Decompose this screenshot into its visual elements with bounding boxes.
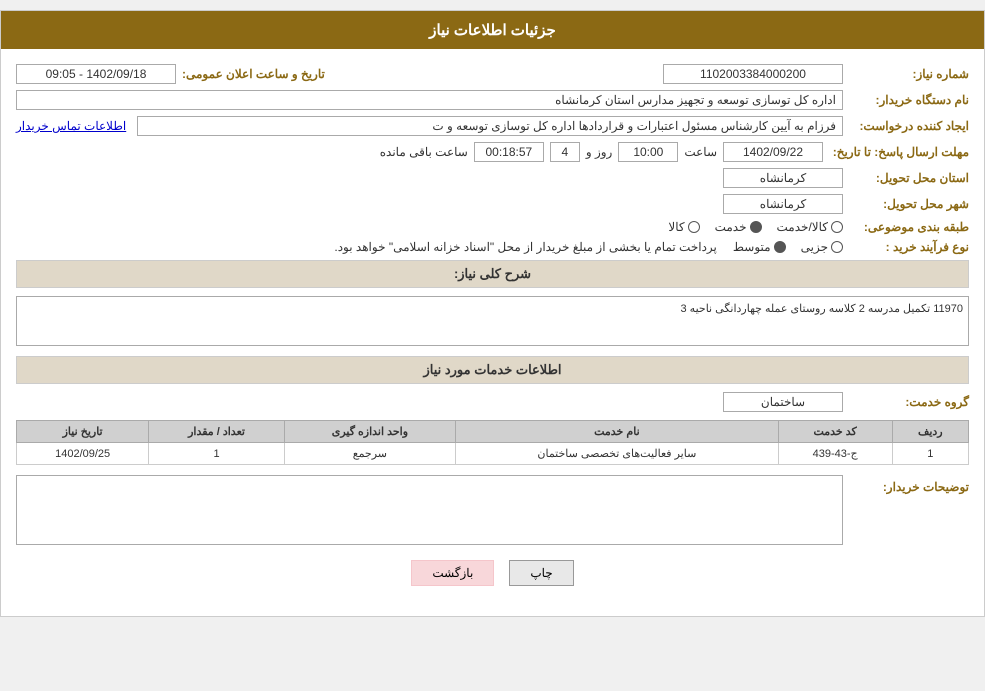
row-goroh: گروه خدمت: ساختمان bbox=[16, 392, 969, 412]
goroh-label: گروه خدمت: bbox=[849, 395, 969, 409]
radio-circle-khedmat bbox=[750, 221, 762, 233]
row-shahr: شهر محل تحویل: کرمانشاه bbox=[16, 194, 969, 214]
radio-motovaset[interactable]: متوسط bbox=[733, 240, 786, 254]
header-bar: جزئیات اطلاعات نیاز bbox=[1, 11, 984, 49]
row-toseeh: توضیحات خریدار: bbox=[16, 475, 969, 545]
radio-label-jozi: جزیی bbox=[801, 240, 828, 254]
radio-khedmat[interactable]: خدمت bbox=[715, 220, 762, 234]
shahr-label: شهر محل تحویل: bbox=[849, 197, 969, 211]
tabaqe-radio-group: کالا/خدمت خدمت کالا bbox=[668, 220, 843, 234]
sharh-section-title: شرح کلی نیاز: bbox=[16, 260, 969, 288]
nooe-farayand-note: پرداخت تمام یا بخشی از مبلغ خریدار از مح… bbox=[334, 240, 717, 254]
row-ostan: استان محل تحویل: کرمانشاه bbox=[16, 168, 969, 188]
header-title: جزئیات اطلاعات نیاز bbox=[429, 22, 556, 39]
shomara-value: 1102003384000200 bbox=[663, 64, 843, 84]
btn-chap[interactable]: چاپ bbox=[509, 560, 573, 586]
radio-label-khedmat: خدمت bbox=[715, 220, 747, 234]
cell-nam: سایر فعالیت‌های تخصصی ساختمان bbox=[455, 443, 778, 465]
services-table: ردیف کد خدمت نام خدمت واحد اندازه گیری ت… bbox=[16, 420, 969, 465]
radio-label-kala-khedmat: کالا/خدمت bbox=[777, 220, 828, 234]
ijad-label: ایجاد کننده درخواست: bbox=[849, 119, 969, 133]
col-nam: نام خدمت bbox=[455, 421, 778, 443]
cell-kod: ج-43-439 bbox=[778, 443, 892, 465]
cell-radif: 1 bbox=[892, 443, 968, 465]
saat-label: ساعت bbox=[684, 145, 717, 159]
cell-tarikh: 1402/09/25 bbox=[17, 443, 149, 465]
tabaqe-label: طبقه بندی موضوعی: bbox=[849, 220, 969, 234]
cell-vahed: سرجمع bbox=[284, 443, 455, 465]
goroh-value: ساختمان bbox=[723, 392, 843, 412]
mohlat-label: مهلت ارسال پاسخ: تا تاریخ: bbox=[829, 145, 969, 159]
tarikh-sanat-label: تاریخ و ساعت اعلان عمومی: bbox=[182, 67, 325, 81]
baqi-label: ساعت باقی مانده bbox=[380, 145, 468, 159]
radio-circle-jozi bbox=[831, 241, 843, 253]
etelaat-link[interactable]: اطلاعات تماس خریدار bbox=[16, 119, 126, 133]
radio-kala-khedmat[interactable]: کالا/خدمت bbox=[777, 220, 843, 234]
row-tabaqe: طبقه بندی موضوعی: کالا/خدمت خدمت کالا bbox=[16, 220, 969, 234]
toseeh-label: توضیحات خریدار: bbox=[849, 475, 969, 494]
ostan-label: استان محل تحویل: bbox=[849, 171, 969, 185]
tarikh-sanat-value: 1402/09/18 - 09:05 bbox=[16, 64, 176, 84]
ijad-value: فرزام به آیین کارشناس مسئول اعتبارات و ق… bbox=[137, 116, 843, 136]
date-value: 1402/09/22 bbox=[723, 142, 823, 162]
rooz-label: روز و bbox=[586, 145, 613, 159]
col-tedad: تعداد / مقدار bbox=[149, 421, 285, 443]
nam-dastgah-value: اداره کل توسازی توسعه و تجهیز مدارس استا… bbox=[16, 90, 843, 110]
row-mohlat: مهلت ارسال پاسخ: تا تاریخ: 1402/09/22 سا… bbox=[16, 142, 969, 162]
radio-circle-motovaset bbox=[774, 241, 786, 253]
col-radif: ردیف bbox=[892, 421, 968, 443]
btn-bazgasht[interactable]: بازگشت bbox=[411, 560, 494, 586]
radio-label-kala: کالا bbox=[668, 220, 684, 234]
col-vahed: واحد اندازه گیری bbox=[284, 421, 455, 443]
col-tarikh: تاریخ نیاز bbox=[17, 421, 149, 443]
radio-kala[interactable]: کالا bbox=[668, 220, 699, 234]
radio-circle-kala-khedmat bbox=[831, 221, 843, 233]
radio-label-motovaset: متوسط bbox=[733, 240, 771, 254]
row-nooe-farayand: نوع فرآیند خرید : جزیی متوسط پرداخت تمام… bbox=[16, 240, 969, 254]
sharh-value: 11970 تکمیل مدرسه 2 کلاسه روستای عمله چه… bbox=[681, 303, 964, 315]
farayand-radio-group: جزیی متوسط bbox=[733, 240, 843, 254]
radio-jozi[interactable]: جزیی bbox=[801, 240, 843, 254]
shomara-label: شماره نیاز: bbox=[849, 67, 969, 81]
page-wrapper: جزئیات اطلاعات نیاز شماره نیاز: 11020033… bbox=[0, 10, 985, 617]
nam-dastgah-label: نام دستگاه خریدار: bbox=[849, 93, 969, 107]
row-ijad: ایجاد کننده درخواست: فرزام به آیین کارشن… bbox=[16, 116, 969, 136]
col-kod: کد خدمت bbox=[778, 421, 892, 443]
table-container: ردیف کد خدمت نام خدمت واحد اندازه گیری ت… bbox=[16, 420, 969, 465]
baqi-value: 00:18:57 bbox=[474, 142, 544, 162]
row-nam-dastgah: نام دستگاه خریدار: اداره کل توسازی توسعه… bbox=[16, 90, 969, 110]
sharh-box: 11970 تکمیل مدرسه 2 کلاسه روستای عمله چه… bbox=[16, 296, 969, 346]
khadamat-section-title: اطلاعات خدمات مورد نیاز bbox=[16, 356, 969, 384]
content: شماره نیاز: 1102003384000200 تاریخ و ساع… bbox=[1, 49, 984, 616]
toseeh-textarea[interactable] bbox=[16, 475, 843, 545]
saat-value: 10:00 bbox=[618, 142, 678, 162]
footer-buttons: چاپ بازگشت bbox=[16, 560, 969, 586]
nooe-farayand-label: نوع فرآیند خرید : bbox=[849, 240, 969, 254]
shahr-value: کرمانشاه bbox=[723, 194, 843, 214]
cell-tedad: 1 bbox=[149, 443, 285, 465]
row-shomara: شماره نیاز: 1102003384000200 تاریخ و ساع… bbox=[16, 64, 969, 84]
rooz-value: 4 bbox=[550, 142, 580, 162]
radio-circle-kala bbox=[688, 221, 700, 233]
ostan-value: کرمانشاه bbox=[723, 168, 843, 188]
table-row: 1ج-43-439سایر فعالیت‌های تخصصی ساختمانسر… bbox=[17, 443, 969, 465]
